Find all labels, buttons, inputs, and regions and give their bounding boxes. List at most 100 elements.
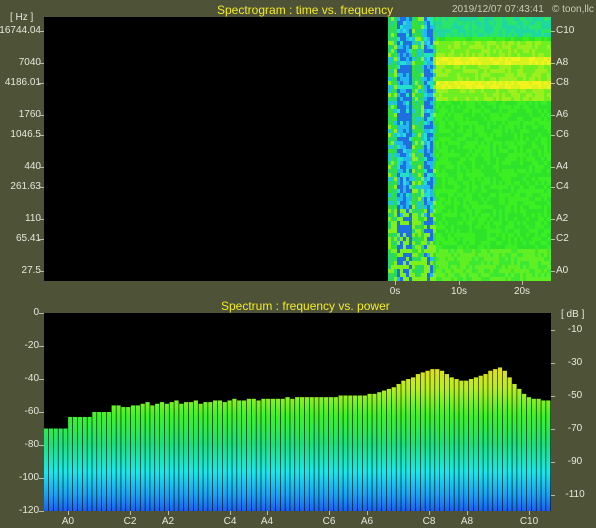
spectrogram-cell: [538, 261, 542, 266]
spectrogram-cell: [403, 45, 407, 50]
spectrogram-cell: [469, 101, 473, 106]
spectrogram-cell: [448, 277, 452, 281]
spectrogram-cell: [451, 221, 455, 226]
spectrogram-cell: [436, 277, 440, 281]
spectrogram-cell: [418, 121, 422, 126]
spectrogram-cell: [514, 265, 518, 270]
spectrogram-cell: [493, 189, 497, 194]
spectrogram-cell: [478, 233, 482, 238]
spectrogram-cell: [430, 29, 434, 34]
spectrogram-cell: [433, 249, 437, 254]
spectrogram-cell: [403, 25, 407, 30]
spectrogram-cell: [493, 29, 497, 34]
spectrogram-cell: [499, 213, 503, 218]
spectrogram-cell: [469, 217, 473, 222]
spectrogram-cell: [502, 137, 506, 142]
spectrogram-cell: [403, 109, 407, 114]
spectrogram-cell: [400, 65, 404, 70]
spectrogram-cell: [526, 97, 530, 102]
spectrogram-cell: [511, 245, 515, 250]
spectrogram-cell: [484, 21, 488, 26]
spectrogram-cell: [397, 169, 401, 174]
spectrogram-cell: [499, 245, 503, 250]
spectrogram-cell: [526, 261, 530, 266]
spectrogram-cell: [550, 217, 551, 222]
spectrogram-cell: [541, 93, 545, 98]
spectrogram-cell: [457, 273, 461, 278]
spectrogram-cell: [493, 261, 497, 266]
spectrogram-cell: [502, 189, 506, 194]
spectrogram-cell: [544, 101, 548, 106]
spectrogram-cell: [394, 185, 398, 190]
spectrogram-cell: [493, 101, 497, 106]
spectrogram-cell: [445, 57, 449, 62]
spectrogram-cell: [457, 277, 461, 281]
spectrogram-cell: [496, 265, 500, 270]
spectrogram-cell: [418, 125, 422, 130]
spectrogram-cell: [511, 69, 515, 74]
spectrogram-cell: [403, 233, 407, 238]
spectrogram-cell: [424, 25, 428, 30]
spectrogram-cell: [475, 261, 479, 266]
spectrogram-cell: [424, 81, 428, 86]
spectrogram-cell: [469, 129, 473, 134]
spectrogram-cell: [454, 41, 458, 46]
spectrogram-cell: [532, 33, 536, 38]
spectrogram-cell: [451, 241, 455, 246]
spectrogram-cell: [439, 25, 443, 30]
spectrogram-cell: [424, 237, 428, 242]
spectrum-bar: [468, 379, 474, 511]
spectrogram-cell: [427, 97, 431, 102]
spectrogram-cell: [421, 85, 425, 90]
spectrum-bar: [232, 398, 237, 511]
spectrogram-cell: [541, 245, 545, 250]
spectrogram-cell: [481, 37, 485, 42]
spectrogram-cell: [451, 185, 455, 190]
spectrogram-cell: [448, 17, 452, 22]
spectrogram-cell: [520, 241, 524, 246]
spectrogram-cell: [508, 161, 512, 166]
spectrogram-cell: [424, 265, 428, 270]
spectrum-bar: [145, 402, 150, 511]
spectrogram-cell: [424, 101, 428, 106]
spectrogram-cell: [538, 161, 542, 166]
spectrogram-cell: [532, 205, 536, 210]
spectrogram-cell: [538, 205, 542, 210]
spectrogram-cell: [505, 17, 509, 22]
spectrogram-cell: [421, 69, 425, 74]
spectrogram-cell: [493, 85, 497, 90]
spectrogram-cell: [412, 249, 416, 254]
spectrogram-cell: [529, 21, 533, 26]
spectrogram-cell: [508, 129, 512, 134]
spectrogram-cell: [502, 77, 506, 82]
spectrogram-cell: [514, 21, 518, 26]
spectrogram-cell: [469, 61, 473, 66]
spectrogram-cell: [547, 113, 551, 118]
spectrogram-cell: [496, 165, 500, 170]
spectrogram-cell: [526, 225, 530, 230]
spectrogram-cell: [433, 201, 437, 206]
spectrogram-cell: [403, 177, 407, 182]
spectrogram-cell: [472, 273, 476, 278]
spectrogram-cell: [520, 273, 524, 278]
spectrogram-cell: [442, 145, 446, 150]
spectrogram-cell: [502, 85, 506, 90]
spectrogram-cell: [487, 201, 491, 206]
spectrogram-cell: [544, 77, 548, 82]
spectrogram-cell: [517, 113, 521, 118]
spectrogram-cell: [463, 221, 467, 226]
spectrogram-cell: [451, 89, 455, 94]
spectrogram-cell: [409, 121, 413, 126]
spectrogram-cell: [520, 193, 524, 198]
spectrogram-cell: [514, 213, 518, 218]
spectrogram-cell: [451, 261, 455, 266]
spectrogram-cell: [412, 117, 416, 122]
spectrogram-cell: [418, 233, 422, 238]
spectrogram-cell: [391, 93, 395, 98]
spectrogram-cell: [403, 137, 407, 142]
spectrogram-cell: [415, 225, 419, 230]
spectrogram-cell: [454, 113, 458, 118]
spectrogram-cell: [424, 65, 428, 70]
spectrogram-cell: [388, 49, 392, 54]
spectrogram-cell: [502, 209, 506, 214]
